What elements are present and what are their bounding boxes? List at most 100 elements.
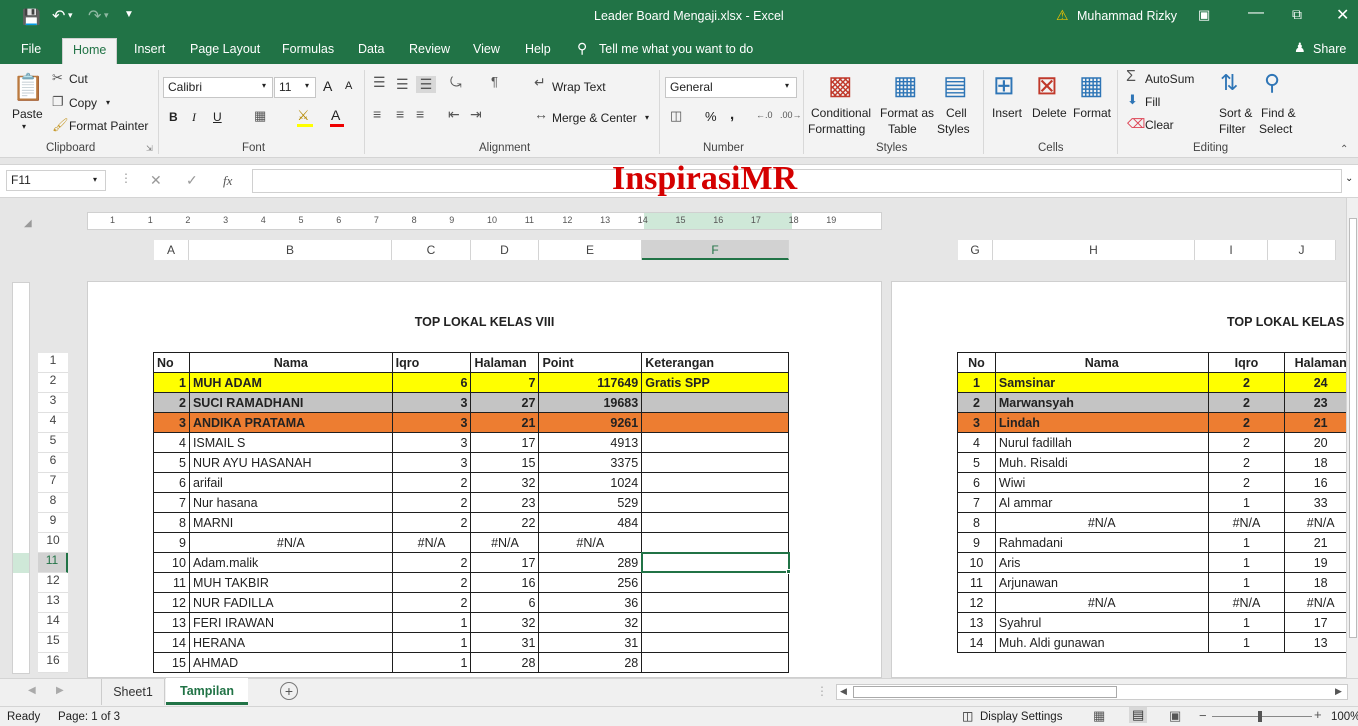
table-cell[interactable]: Rahmadani — [994, 532, 1209, 553]
delete-cells-icon[interactable]: ⊠ — [1036, 70, 1058, 101]
column-header[interactable]: Halaman — [470, 352, 540, 373]
align-left-icon[interactable]: ≡ — [373, 106, 381, 122]
sort-filter-label[interactable]: Filter — [1219, 122, 1246, 136]
column-header[interactable]: No — [153, 352, 190, 373]
table-cell[interactable]: 6 — [391, 372, 472, 393]
table-cell[interactable]: 36 — [538, 592, 643, 613]
font-name-select[interactable]: Calibri — [163, 77, 273, 98]
name-box[interactable]: F11 — [6, 170, 106, 191]
table-cell[interactable]: #N/A — [391, 532, 472, 553]
undo-dropdown-icon[interactable]: ▾ — [68, 10, 73, 21]
format-painter-icon[interactable]: 🖌 — [52, 117, 69, 133]
zoom-in-icon[interactable]: + — [1314, 707, 1322, 722]
table-cell[interactable]: 17 — [470, 552, 540, 573]
new-sheet-icon[interactable]: + — [280, 682, 298, 700]
cut-icon[interactable]: ✂ — [52, 70, 63, 86]
column-header[interactable]: Keterangan — [641, 352, 789, 373]
table-cell[interactable]: 4913 — [538, 432, 643, 453]
table-cell[interactable]: 15 — [153, 652, 190, 673]
table-cell[interactable]: Samsinar — [994, 372, 1209, 393]
table-cell[interactable] — [641, 592, 789, 613]
table-cell[interactable]: 3375 — [538, 452, 643, 473]
col-header-f[interactable]: F — [642, 240, 789, 260]
accounting-format-icon[interactable]: ◫ — [670, 108, 682, 124]
restore-icon[interactable]: ⧉ — [1292, 6, 1302, 23]
align-top-icon[interactable]: ☰ — [373, 74, 386, 91]
selected-cell-f11[interactable] — [641, 552, 790, 573]
align-middle-icon[interactable]: ☰ — [396, 76, 409, 93]
normal-view-icon[interactable]: ▦ — [1093, 708, 1105, 724]
scroll-right-icon[interactable]: ▶ — [1335, 686, 1342, 697]
table-cell[interactable]: Syahrul — [994, 612, 1209, 633]
enter-formula-icon[interactable]: ✓ — [186, 172, 198, 189]
table-cell[interactable]: 2 — [391, 472, 472, 493]
format-cells-icon[interactable]: ▦ — [1079, 70, 1104, 101]
merge-dropdown-icon[interactable]: ▾ — [645, 113, 649, 122]
clear-button[interactable]: Clear — [1145, 118, 1174, 132]
table-cell[interactable]: 2 — [1207, 452, 1286, 473]
column-header[interactable]: Iqro — [1207, 352, 1286, 373]
row-header[interactable]: 1 — [38, 353, 68, 373]
find-select-label[interactable]: Select — [1259, 122, 1292, 136]
row-header[interactable]: 2 — [38, 373, 68, 393]
conditional-formatting-label[interactable]: Formatting — [808, 122, 865, 136]
table-cell[interactable]: NUR FADILLA — [188, 592, 393, 613]
table-cell[interactable]: 6 — [470, 592, 540, 613]
table-cell[interactable] — [641, 452, 789, 473]
table-cell[interactable]: 16 — [470, 572, 540, 593]
table-cell[interactable]: 14 — [957, 632, 996, 653]
row-header[interactable]: 10 — [38, 533, 68, 553]
table-cell[interactable]: 6 — [957, 472, 996, 493]
row-header[interactable]: 3 — [38, 393, 68, 413]
table-cell[interactable] — [641, 472, 789, 493]
conditional-formatting-icon[interactable]: ▩ — [828, 70, 853, 101]
zoom-out-icon[interactable]: − — [1199, 708, 1207, 723]
font-name-dropdown-icon[interactable]: ▾ — [262, 81, 266, 90]
table-cell[interactable]: Lindah — [994, 412, 1209, 433]
fill-handle[interactable] — [786, 569, 791, 574]
column-header[interactable]: Nama — [188, 352, 393, 373]
expand-formula-icon[interactable]: ⌄ — [1345, 173, 1353, 184]
table-cell[interactable]: Nur hasana — [188, 492, 393, 513]
table-cell[interactable]: 2 — [391, 552, 472, 573]
fill-button[interactable]: Fill — [1145, 95, 1160, 109]
table-cell[interactable]: 10 — [957, 552, 996, 573]
merge-center-icon[interactable]: ↔ — [534, 106, 548, 122]
table-cell[interactable]: AHMAD — [188, 652, 393, 673]
table-cell[interactable]: 13 — [153, 612, 190, 633]
increase-decimal-icon[interactable]: ←.0 — [756, 110, 773, 120]
cut-button[interactable]: Cut — [69, 72, 88, 86]
wrap-text-button[interactable]: Wrap Text — [552, 80, 606, 94]
table-cell[interactable]: Muh. Aldi gunawan — [994, 632, 1209, 653]
table-cell[interactable]: 32 — [470, 612, 540, 633]
format-as-table-icon[interactable]: ▦ — [893, 70, 918, 101]
row-header[interactable]: 11 — [38, 553, 68, 573]
table-cell[interactable]: 1 — [391, 612, 472, 633]
tell-me-input[interactable]: Tell me what you want to do — [599, 42, 753, 56]
vertical-scrollbar[interactable] — [1346, 198, 1358, 678]
table-cell[interactable]: 11 — [957, 572, 996, 593]
table-cell[interactable]: 2 — [957, 392, 996, 413]
table-cell[interactable]: ANDIKA PRATAMA — [188, 412, 393, 433]
autosum-icon[interactable]: Σ — [1126, 68, 1136, 86]
table-cell[interactable]: 2 — [1207, 392, 1286, 413]
zoom-slider[interactable] — [1212, 716, 1312, 717]
table-cell[interactable]: 5 — [153, 452, 190, 473]
table-cell[interactable]: 1024 — [538, 472, 643, 493]
prev-sheet-icon[interactable]: ◀ — [28, 685, 36, 696]
column-header[interactable]: Point — [538, 352, 643, 373]
table-cell[interactable]: 117649 — [538, 372, 643, 393]
row-header[interactable]: 4 — [38, 413, 68, 433]
tab-split-grip-icon[interactable]: ⋮ — [816, 684, 828, 698]
table-cell[interactable]: 3 — [957, 412, 996, 433]
page-layout-view-icon[interactable]: ▤ — [1129, 707, 1148, 723]
table-cell[interactable]: 12 — [957, 592, 996, 613]
table-cell[interactable]: 2 — [391, 592, 472, 613]
name-box-dropdown-icon[interactable]: ▾ — [93, 175, 97, 184]
format-painter-button[interactable]: Format Painter — [69, 119, 148, 133]
table-cell[interactable]: MUH TAKBIR — [188, 572, 393, 593]
table-cell[interactable]: 3 — [153, 412, 190, 433]
row-header[interactable]: 7 — [38, 473, 68, 493]
decrease-decimal-icon[interactable]: .00→ — [780, 110, 802, 120]
align-bottom-icon[interactable]: ☰ — [416, 76, 436, 93]
